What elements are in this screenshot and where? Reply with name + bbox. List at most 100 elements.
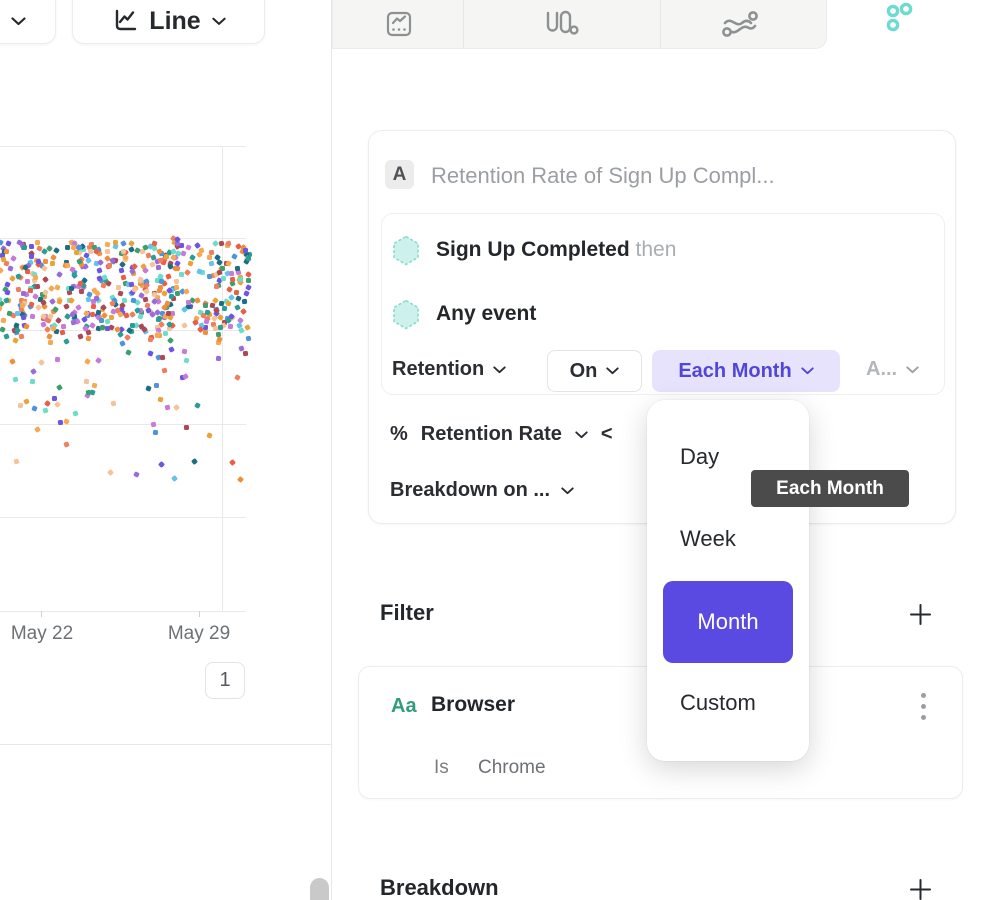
tab-scatter-cluster[interactable] — [878, 0, 926, 48]
scatter-point — [173, 284, 179, 290]
scatter-point — [121, 274, 127, 280]
scatter-point — [202, 303, 207, 308]
scatter-point — [0, 257, 6, 263]
chart-type-tabbar — [332, 0, 827, 49]
chart-type-label: Line — [149, 7, 200, 36]
scatter-point — [52, 396, 57, 401]
chevron-down-icon — [493, 366, 506, 374]
scrollbar-thumb[interactable] — [310, 878, 329, 900]
scatter-point — [91, 304, 97, 310]
scatter-point — [50, 261, 55, 266]
chevron-down-icon — [906, 366, 919, 374]
scatter-point — [46, 333, 53, 340]
scatter-point — [49, 298, 56, 305]
retention-dropdown[interactable]: Retention — [392, 358, 506, 381]
menu-item-custom[interactable]: Custom — [680, 690, 756, 716]
scatter-point — [122, 297, 128, 303]
then-label: then — [636, 238, 677, 261]
scatter-point — [107, 469, 114, 476]
filter-property-name[interactable]: Browser — [431, 693, 515, 717]
scatter-point — [54, 284, 60, 290]
scatter-point — [84, 358, 91, 365]
percent-icon: % — [390, 423, 408, 446]
query-title[interactable]: Retention Rate of Sign Up Compl... — [431, 163, 775, 189]
scatter-point — [35, 240, 40, 245]
scatter-point — [196, 268, 203, 275]
scatter-point — [42, 276, 49, 283]
scatter-point — [191, 458, 198, 465]
breakdown-on-dropdown[interactable]: Breakdown on ... — [390, 479, 574, 502]
interval-dropdown[interactable]: Each Month — [652, 350, 840, 392]
app-window: Line May 22 May 29 1 — [0, 0, 982, 900]
scatter-point — [69, 286, 74, 291]
add-filter-button[interactable] — [906, 600, 934, 628]
tab-line-chart[interactable] — [366, 0, 432, 48]
measure-dropdown[interactable]: % Retention Rate < — [390, 423, 613, 446]
scatter-point — [86, 336, 92, 342]
scatter-point — [179, 271, 184, 276]
x-axis-line — [0, 611, 246, 612]
scatter-point — [181, 322, 188, 329]
scatter-point — [104, 241, 110, 247]
scatter-point — [33, 275, 38, 280]
menu-item-month-selected[interactable]: Month — [663, 581, 793, 663]
scatter-point — [213, 284, 218, 289]
scatter-point — [65, 245, 70, 250]
tab-separator — [660, 0, 661, 48]
scatter-point — [8, 275, 15, 282]
filter-value[interactable]: Chrome — [478, 757, 546, 779]
aggregate-dropdown[interactable]: A... — [866, 358, 919, 381]
step-2-event[interactable]: Any event — [436, 302, 536, 326]
scatter-point — [57, 420, 63, 426]
chevron-down-icon — [212, 17, 226, 26]
scatter-point — [94, 296, 99, 301]
scatter-point — [113, 239, 118, 244]
scatter-point — [124, 334, 131, 341]
scatter-point — [95, 357, 102, 364]
add-breakdown-button[interactable] — [906, 875, 934, 900]
scatter-point — [156, 265, 161, 270]
menu-item-week[interactable]: Week — [680, 526, 736, 552]
chart-panel-icon — [384, 9, 414, 39]
each-month-tooltip: Each Month — [751, 470, 909, 507]
scatter-point — [184, 424, 189, 429]
scatter-point — [138, 313, 144, 319]
menu-item-day[interactable]: Day — [680, 444, 719, 470]
scatter-point — [111, 400, 117, 406]
scatter-point — [101, 283, 107, 289]
filter-options-kebab-icon[interactable] — [921, 693, 927, 726]
scatter-point — [233, 290, 239, 296]
scatter-point — [12, 337, 19, 344]
scatter-point — [182, 373, 189, 380]
tab-flow[interactable] — [707, 0, 773, 48]
scatter-point — [13, 458, 19, 464]
chart-type-button[interactable]: Line — [72, 0, 265, 44]
scatter-point — [234, 374, 241, 381]
tab-distribution[interactable] — [528, 0, 594, 48]
scatter-point — [243, 248, 248, 253]
scatter-point — [10, 255, 17, 262]
cluster-dots-icon — [882, 2, 922, 36]
collapsed-dropdown-button[interactable] — [0, 0, 56, 44]
scatter-point — [183, 288, 190, 295]
scatter-point — [56, 384, 63, 391]
on-dropdown[interactable]: On — [547, 350, 642, 392]
scatter-point — [13, 376, 19, 382]
scatter-point — [118, 268, 124, 274]
scatter-point — [215, 332, 221, 338]
scatter-point — [63, 441, 69, 447]
x-axis-tick — [41, 611, 42, 617]
chevron-down-icon — [11, 17, 26, 26]
scatter-point — [4, 289, 10, 295]
scatter-point — [234, 304, 241, 311]
filter-operator[interactable]: Is — [434, 757, 449, 779]
scatter-point — [75, 304, 82, 311]
chevron-down-icon — [561, 487, 574, 495]
x-tick-label: May 22 — [0, 623, 87, 645]
step-1-event[interactable]: Sign Up Completed then — [436, 238, 676, 262]
scatter-point — [130, 323, 135, 328]
scatter-point — [211, 315, 218, 322]
scatter-point — [218, 240, 224, 246]
pagination-page-1[interactable]: 1 — [205, 662, 245, 699]
scatter-point — [226, 286, 233, 293]
